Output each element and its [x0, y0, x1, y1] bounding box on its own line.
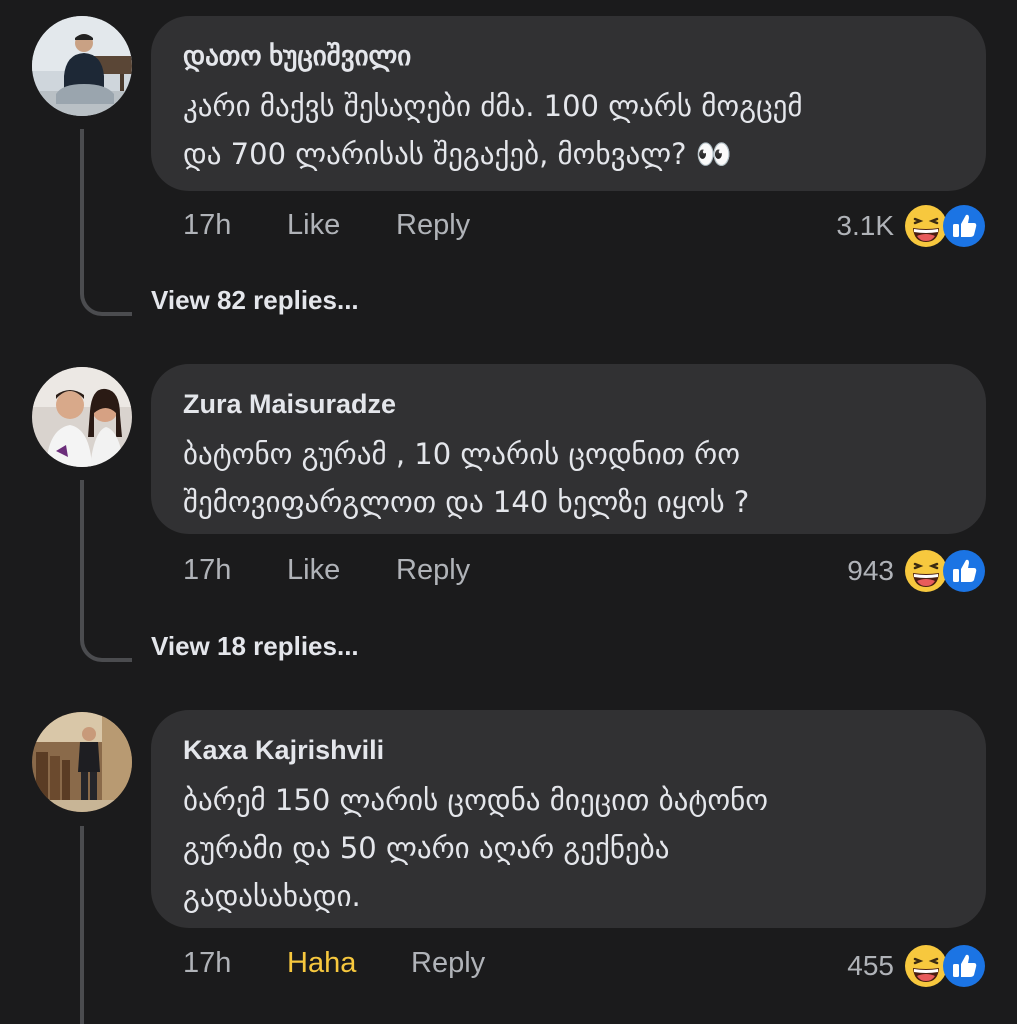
avatar[interactable]	[32, 16, 132, 116]
comment-bubble: Zura Maisuradze ბატონო გურამ , 10 ლარის …	[151, 364, 986, 534]
comment-bubble: დათო ხუციშვილი კარი მაქვს შესაღები ძმა. …	[151, 16, 986, 191]
comment-bubble: Kaxa Kajrishvili ბარემ 150 ლარის ცოდნა მ…	[151, 710, 986, 928]
view-replies-link[interactable]: View 18 replies...	[151, 628, 359, 664]
comments-page: დათო ხუციშვილი კარი მაქვს შესაღები ძმა. …	[0, 0, 1017, 1024]
avatar[interactable]	[32, 367, 132, 467]
reply-button[interactable]: Reply	[411, 943, 485, 983]
like-thumb-icon	[942, 944, 986, 988]
like-thumb-icon	[942, 204, 986, 248]
comment-text: ბარემ 150 ლარის ცოდნა მიეცით ბატონო გურა…	[183, 783, 769, 913]
reaction-count: 455	[847, 950, 894, 981]
haha-reaction-button[interactable]: Haha	[287, 943, 356, 983]
comment-text: ბატონო გურამ , 10 ლარის ცოდნით რო შემოვი…	[183, 437, 750, 519]
reply-button[interactable]: Reply	[396, 550, 470, 590]
view-replies-link[interactable]: View 82 replies...	[151, 282, 359, 318]
like-button[interactable]: Like	[287, 550, 340, 590]
thread-connector	[80, 826, 84, 1024]
comment-text: კარი მაქვს შესაღები ძმა. 100 ლარს მოგცემ…	[183, 89, 803, 171]
avatar[interactable]	[32, 712, 132, 812]
reaction-count: 943	[847, 555, 894, 586]
reaction-summary[interactable]: 455	[847, 944, 986, 988]
like-thumb-icon	[942, 549, 986, 593]
comment-author[interactable]: Kaxa Kajrishvili	[183, 732, 946, 768]
comment-time[interactable]: 17h	[183, 943, 231, 983]
comment-author[interactable]: დათო ხუციშვილი	[183, 38, 946, 74]
comment-author[interactable]: Zura Maisuradze	[183, 386, 946, 422]
reaction-count: 3.1K	[836, 210, 894, 241]
reaction-summary[interactable]: 3.1K	[836, 204, 986, 248]
comment-time[interactable]: 17h	[183, 205, 231, 245]
thread-connector	[80, 129, 132, 316]
comment-time[interactable]: 17h	[183, 550, 231, 590]
like-button[interactable]: Like	[287, 205, 340, 245]
thread-connector	[80, 480, 132, 662]
reply-button[interactable]: Reply	[396, 205, 470, 245]
reaction-summary[interactable]: 943	[847, 549, 986, 593]
